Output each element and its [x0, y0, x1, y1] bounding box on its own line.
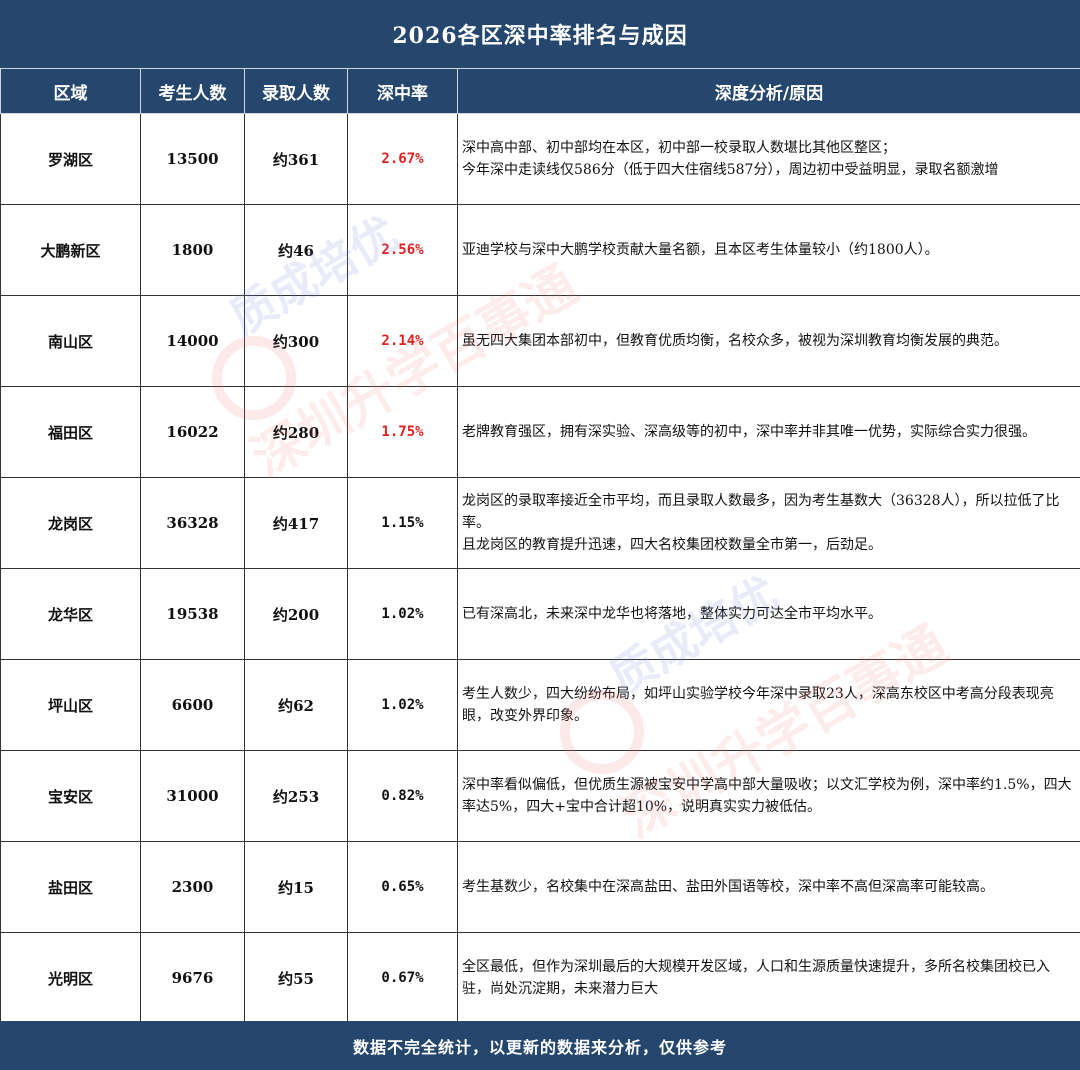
ranking-table: 区域 考生人数 录取人数 深中率 深度分析/原因 罗湖区 13500 约361 2.6… [0, 68, 1080, 1024]
rate-cell: 1.75% [347, 386, 458, 478]
page: 2026各区深中率排名与成因 区域 考生人数 录取人数 深中率 深度分析/原因 … [0, 0, 1080, 1070]
rate-cell: 1.02% [347, 568, 458, 660]
analysis-text: 亚迪学校与深中大鹏学校贡献大量名额，且本区考生体量较小（约1800人）。 [462, 242, 939, 258]
rate-cell: 1.02% [347, 659, 458, 751]
admitted-cell: 约361 [244, 113, 348, 205]
admitted-cell: 约55 [244, 932, 348, 1024]
district-cell: 大鹏新区 [0, 204, 141, 296]
admitted-cell: 约300 [244, 295, 348, 387]
analysis-cell: 已有深高北，未来深中龙华也将落地，整体实力可达全市平均水平。 [457, 568, 1080, 660]
page-title: 2026各区深中率排名与成因 [0, 0, 1080, 68]
analysis-text: 深中率看似偏低，但优质生源被宝安中学高中部大量吸收；以文汇学校为例，深中率约1.… [462, 777, 1072, 815]
district-cell: 福田区 [0, 386, 141, 478]
analysis-text: 龙岗区的录取率接近全市平均，而且录取人数最多，因为考生基数大（36328人），所… [462, 493, 1060, 531]
district-cell: 罗湖区 [0, 113, 141, 205]
table-row: 大鹏新区 1800 约46 2.56% 亚迪学校与深中大鹏学校贡献大量名额，且本区考生体… [0, 204, 1080, 296]
analysis-cell: 老牌教育强区，拥有深实验、深高级等的初中，深中率并非其唯一优势，实际综合实力很强… [457, 386, 1080, 478]
district-cell: 盐田区 [0, 841, 141, 933]
admitted-cell: 约200 [244, 568, 348, 660]
analysis-cell: 龙岗区的录取率接近全市平均，而且录取人数最多，因为考生基数大（36328人），所… [457, 477, 1080, 569]
table-row: 盐田区 2300 约15 0.65% 考生基数少，名校集中在深高盐田、盐田外国语等校，深… [0, 841, 1080, 933]
rate-cell: 2.56% [347, 204, 458, 296]
analysis-text: 已有深高北，未来深中龙华也将落地，整体实力可达全市平均水平。 [462, 606, 882, 622]
candidates-cell: 2300 [140, 841, 245, 933]
candidates-cell: 36328 [140, 477, 245, 569]
rate-cell: 1.15% [347, 477, 458, 569]
district-cell: 南山区 [0, 295, 141, 387]
admitted-cell: 约62 [244, 659, 348, 751]
rate-cell: 0.65% [347, 841, 458, 933]
rate-cell: 2.14% [347, 295, 458, 387]
admitted-cell: 约280 [244, 386, 348, 478]
district-cell: 宝安区 [0, 750, 141, 842]
district-cell: 坪山区 [0, 659, 141, 751]
analysis-cell: 深中率看似偏低，但优质生源被宝安中学高中部大量吸收；以文汇学校为例，深中率约1.… [457, 750, 1080, 842]
rate-cell: 0.67% [347, 932, 458, 1024]
analysis-cell: 考生基数少，名校集中在深高盐田、盐田外国语等校，深中率不高但深高率可能较高。 [457, 841, 1080, 933]
table-header-row: 区域 考生人数 录取人数 深中率 深度分析/原因 [0, 68, 1080, 114]
analysis-cell: 虽无四大集团本部初中，但教育优质均衡，名校众多，被视为深圳教育均衡发展的典范。 [457, 295, 1080, 387]
header-district: 区域 [0, 68, 141, 114]
analysis-cell: 深中高中部、初中部均在本区，初中部一校录取人数堪比其他区整区； 今年深中走读线仅5… [457, 113, 1080, 205]
candidates-cell: 14000 [140, 295, 245, 387]
district-cell: 光明区 [0, 932, 141, 1024]
table-row: 宝安区 31000 约253 0.82% 深中率看似偏低，但优质生源被宝安中学高中部大量… [0, 750, 1080, 842]
header-admitted: 录取人数 [244, 68, 348, 114]
candidates-cell: 6600 [140, 659, 245, 751]
candidates-cell: 1800 [140, 204, 245, 296]
table-row: 坪山区 6600 约62 1.02% 考生人数少，四大纷纷布局，如坪山实验学校今年深中录… [0, 659, 1080, 751]
analysis-cell: 全区最低，但作为深圳最后的大规模开发区域，人口和生源质量快速提升，多所名校集团校… [457, 932, 1080, 1024]
header-rate: 深中率 [347, 68, 458, 114]
admitted-cell: 约46 [244, 204, 348, 296]
candidates-cell: 19538 [140, 568, 245, 660]
district-cell: 龙华区 [0, 568, 141, 660]
header-analysis: 深度分析/原因 [457, 68, 1080, 114]
analysis-text: 考生基数少，名校集中在深高盐田、盐田外国语等校，深中率不高但深高率可能较高。 [462, 879, 994, 895]
table-row: 龙华区 19538 约200 1.02% 已有深高北，未来深中龙华也将落地，整体实力可达… [0, 568, 1080, 660]
analysis-text: 考生人数少，四大纷纷布局，如坪山实验学校今年深中录取23人，深高东校区中考高分段… [462, 686, 1054, 724]
analysis-text: 且龙岗区的教育提升迅速，四大名校集团校数量全市第一，后劲足。 [462, 537, 882, 553]
rate-cell: 2.67% [347, 113, 458, 205]
analysis-text: 老牌教育强区，拥有深实验、深高级等的初中，深中率并非其唯一优势，实际综合实力很强… [462, 424, 1036, 440]
candidates-cell: 16022 [140, 386, 245, 478]
analysis-text: 深中高中部、初中部均在本区，初中部一校录取人数堪比其他区整区； [462, 140, 896, 156]
admitted-cell: 约417 [244, 477, 348, 569]
header-candidates: 考生人数 [140, 68, 245, 114]
analysis-text: 虽无四大集团本部初中，但教育优质均衡，名校众多，被视为深圳教育均衡发展的典范。 [462, 333, 1008, 349]
table-row: 福田区 16022 约280 1.75% 老牌教育强区，拥有深实验、深高级等的初中，深中… [0, 386, 1080, 478]
candidates-cell: 9676 [140, 932, 245, 1024]
rate-cell: 0.82% [347, 750, 458, 842]
table-row: 光明区 9676 约55 0.67% 全区最低，但作为深圳最后的大规模开发区域，人口和生… [0, 932, 1080, 1024]
analysis-cell: 考生人数少，四大纷纷布局，如坪山实验学校今年深中录取23人，深高东校区中考高分段… [457, 659, 1080, 751]
candidates-cell: 13500 [140, 113, 245, 205]
analysis-text: 全区最低，但作为深圳最后的大规模开发区域，人口和生源质量快速提升，多所名校集团校… [462, 959, 1050, 997]
admitted-cell: 约253 [244, 750, 348, 842]
analysis-cell: 亚迪学校与深中大鹏学校贡献大量名额，且本区考生体量较小（约1800人）。 [457, 204, 1080, 296]
district-cell: 龙岗区 [0, 477, 141, 569]
table-row: 南山区 14000 约300 2.14% 虽无四大集团本部初中，但教育优质均衡，名校众多… [0, 295, 1080, 387]
candidates-cell: 31000 [140, 750, 245, 842]
table-row: 龙岗区 36328 约417 1.15% 龙岗区的录取率接近全市平均，而且录取人数最多，… [0, 477, 1080, 569]
footer-note: 数据不完全统计，以更新的数据来分析，仅供参考 [0, 1021, 1080, 1070]
table-row: 罗湖区 13500 约361 2.67% 深中高中部、初中部均在本区，初中部一校录取人数… [0, 113, 1080, 205]
admitted-cell: 约15 [244, 841, 348, 933]
analysis-text: 今年深中走读线仅586分（低于四大住宿线587分），周边初中受益明显，录取名额激… [462, 162, 999, 178]
